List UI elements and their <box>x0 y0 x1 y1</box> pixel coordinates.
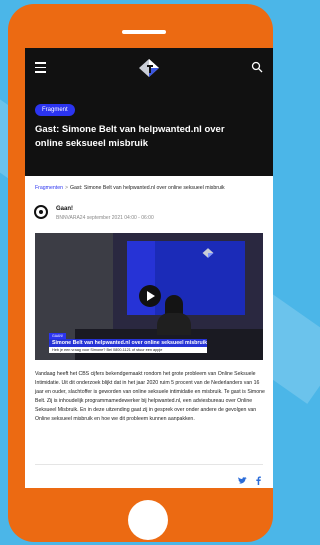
facebook-icon[interactable] <box>256 472 261 488</box>
author-name[interactable]: Gaan! <box>56 206 73 212</box>
lower-third-subtitle: Heb je een vraag voor Simone? Bel 0800-1… <box>49 347 207 353</box>
share-buttons <box>233 472 261 488</box>
phone-screen: Fragment Gast: Simone Belt van helpwante… <box>25 48 273 488</box>
play-button[interactable] <box>139 285 161 307</box>
video-lower-third: GAAN! Simone Belt van helpwanted.nl over… <box>49 333 207 353</box>
breadcrumb-current: Gast: Simone Belt van helpwanted.nl over… <box>70 185 225 191</box>
home-button[interactable] <box>128 500 168 540</box>
page-title: Gast: Simone Belt van helpwanted.nl over… <box>35 124 225 149</box>
play-icon <box>147 291 155 301</box>
author-row: Gaan! BNNVARA24 september 2021 04:00 - 0… <box>25 205 273 227</box>
video-player[interactable]: GAAN! Simone Belt van helpwanted.nl over… <box>35 233 263 360</box>
twitter-icon[interactable] <box>237 472 247 488</box>
phone-frame: Fragment Gast: Simone Belt van helpwante… <box>8 4 273 542</box>
article-hero: Fragment Gast: Simone Belt van helpwante… <box>25 88 273 176</box>
program-avatar-icon[interactable] <box>34 205 48 219</box>
author-meta: BNNVARA24 september 2021 04:00 - 06:00 <box>56 215 154 221</box>
phone-speaker <box>122 30 166 34</box>
video-scene-person-body <box>157 313 191 335</box>
breadcrumb: Fragmenten > Gast: Simone Belt van helpwan… <box>25 185 273 191</box>
fragment-badge[interactable]: Fragment <box>35 104 75 116</box>
hamburger-icon[interactable] <box>35 62 46 76</box>
search-icon[interactable] <box>251 61 263 73</box>
article-body: Vandaag heeft het CBS cijfers bekendgema… <box>35 371 265 422</box>
broadcaster-logo-small <box>202 248 214 258</box>
top-navigation-bar <box>25 48 273 88</box>
lower-third-title: Simone Belt van helpwanted.nl over onlin… <box>49 339 207 347</box>
divider <box>35 464 263 465</box>
breadcrumb-link-fragmenten[interactable]: Fragmenten <box>35 185 63 191</box>
breadcrumb-separator: > <box>64 185 69 191</box>
broadcaster-logo[interactable] <box>137 57 161 79</box>
